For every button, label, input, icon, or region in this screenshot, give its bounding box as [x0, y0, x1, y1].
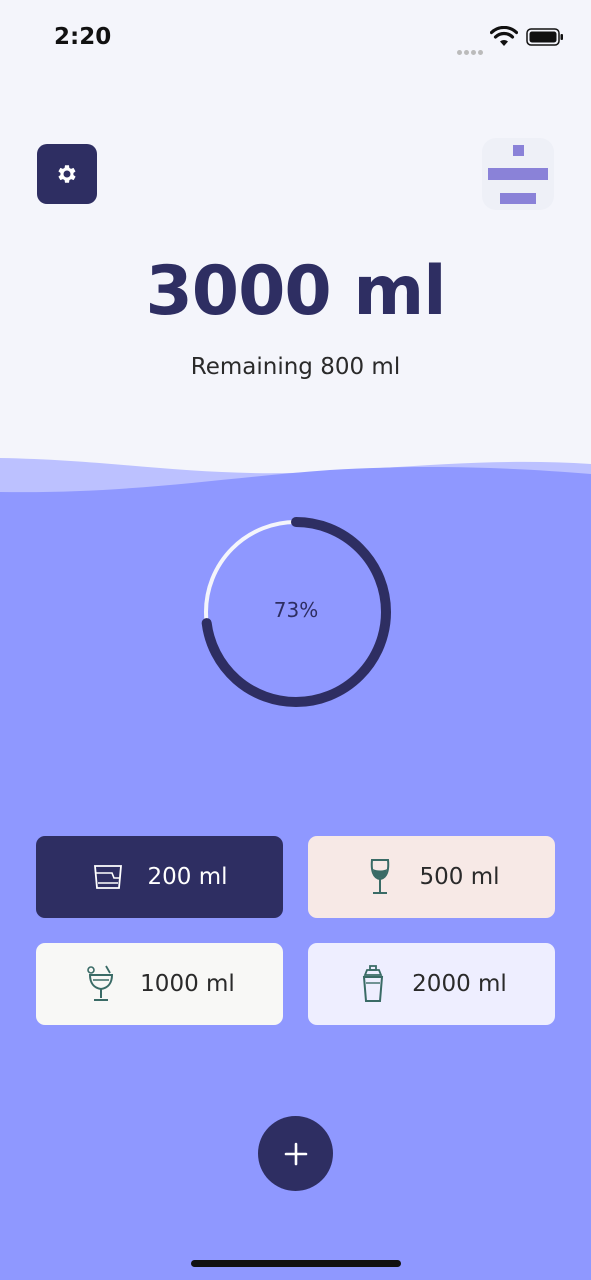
status-bar: 2:20: [0, 0, 591, 76]
drink-label: 200 ml: [147, 864, 228, 890]
battery-icon: [526, 28, 563, 46]
app-screen: 2:20 3000 ml Remaining 800 ml 73% 200 ml…: [0, 0, 591, 1280]
gear-icon: [58, 165, 76, 183]
plus-icon: [284, 1142, 307, 1165]
daily-goal: 3000 ml: [145, 252, 446, 331]
settings-button[interactable]: [37, 144, 97, 204]
status-time: 2:20: [54, 24, 112, 50]
add-button[interactable]: [258, 1116, 333, 1191]
progress-percent: 73%: [273, 598, 319, 622]
drink-500ml-button[interactable]: 500 ml: [308, 836, 555, 918]
wine-glass-icon: [371, 859, 390, 894]
remaining-amount: Remaining 800 ml: [190, 354, 401, 380]
wifi-icon: [490, 26, 518, 46]
shaker-icon: [363, 965, 384, 1002]
app-logo-icon: [482, 138, 554, 210]
drink-200ml-button[interactable]: 200 ml: [36, 836, 283, 918]
drink-label: 2000 ml: [412, 971, 507, 997]
drink-2000ml-button[interactable]: 2000 ml: [308, 943, 555, 1025]
cocktail-icon: [87, 965, 114, 1001]
drink-label: 500 ml: [419, 864, 500, 890]
drink-1000ml-button[interactable]: 1000 ml: [36, 943, 283, 1025]
home-indicator: [191, 1260, 401, 1267]
signal-icon: [457, 40, 485, 59]
cup-icon: [94, 865, 123, 889]
drink-label: 1000 ml: [140, 971, 235, 997]
